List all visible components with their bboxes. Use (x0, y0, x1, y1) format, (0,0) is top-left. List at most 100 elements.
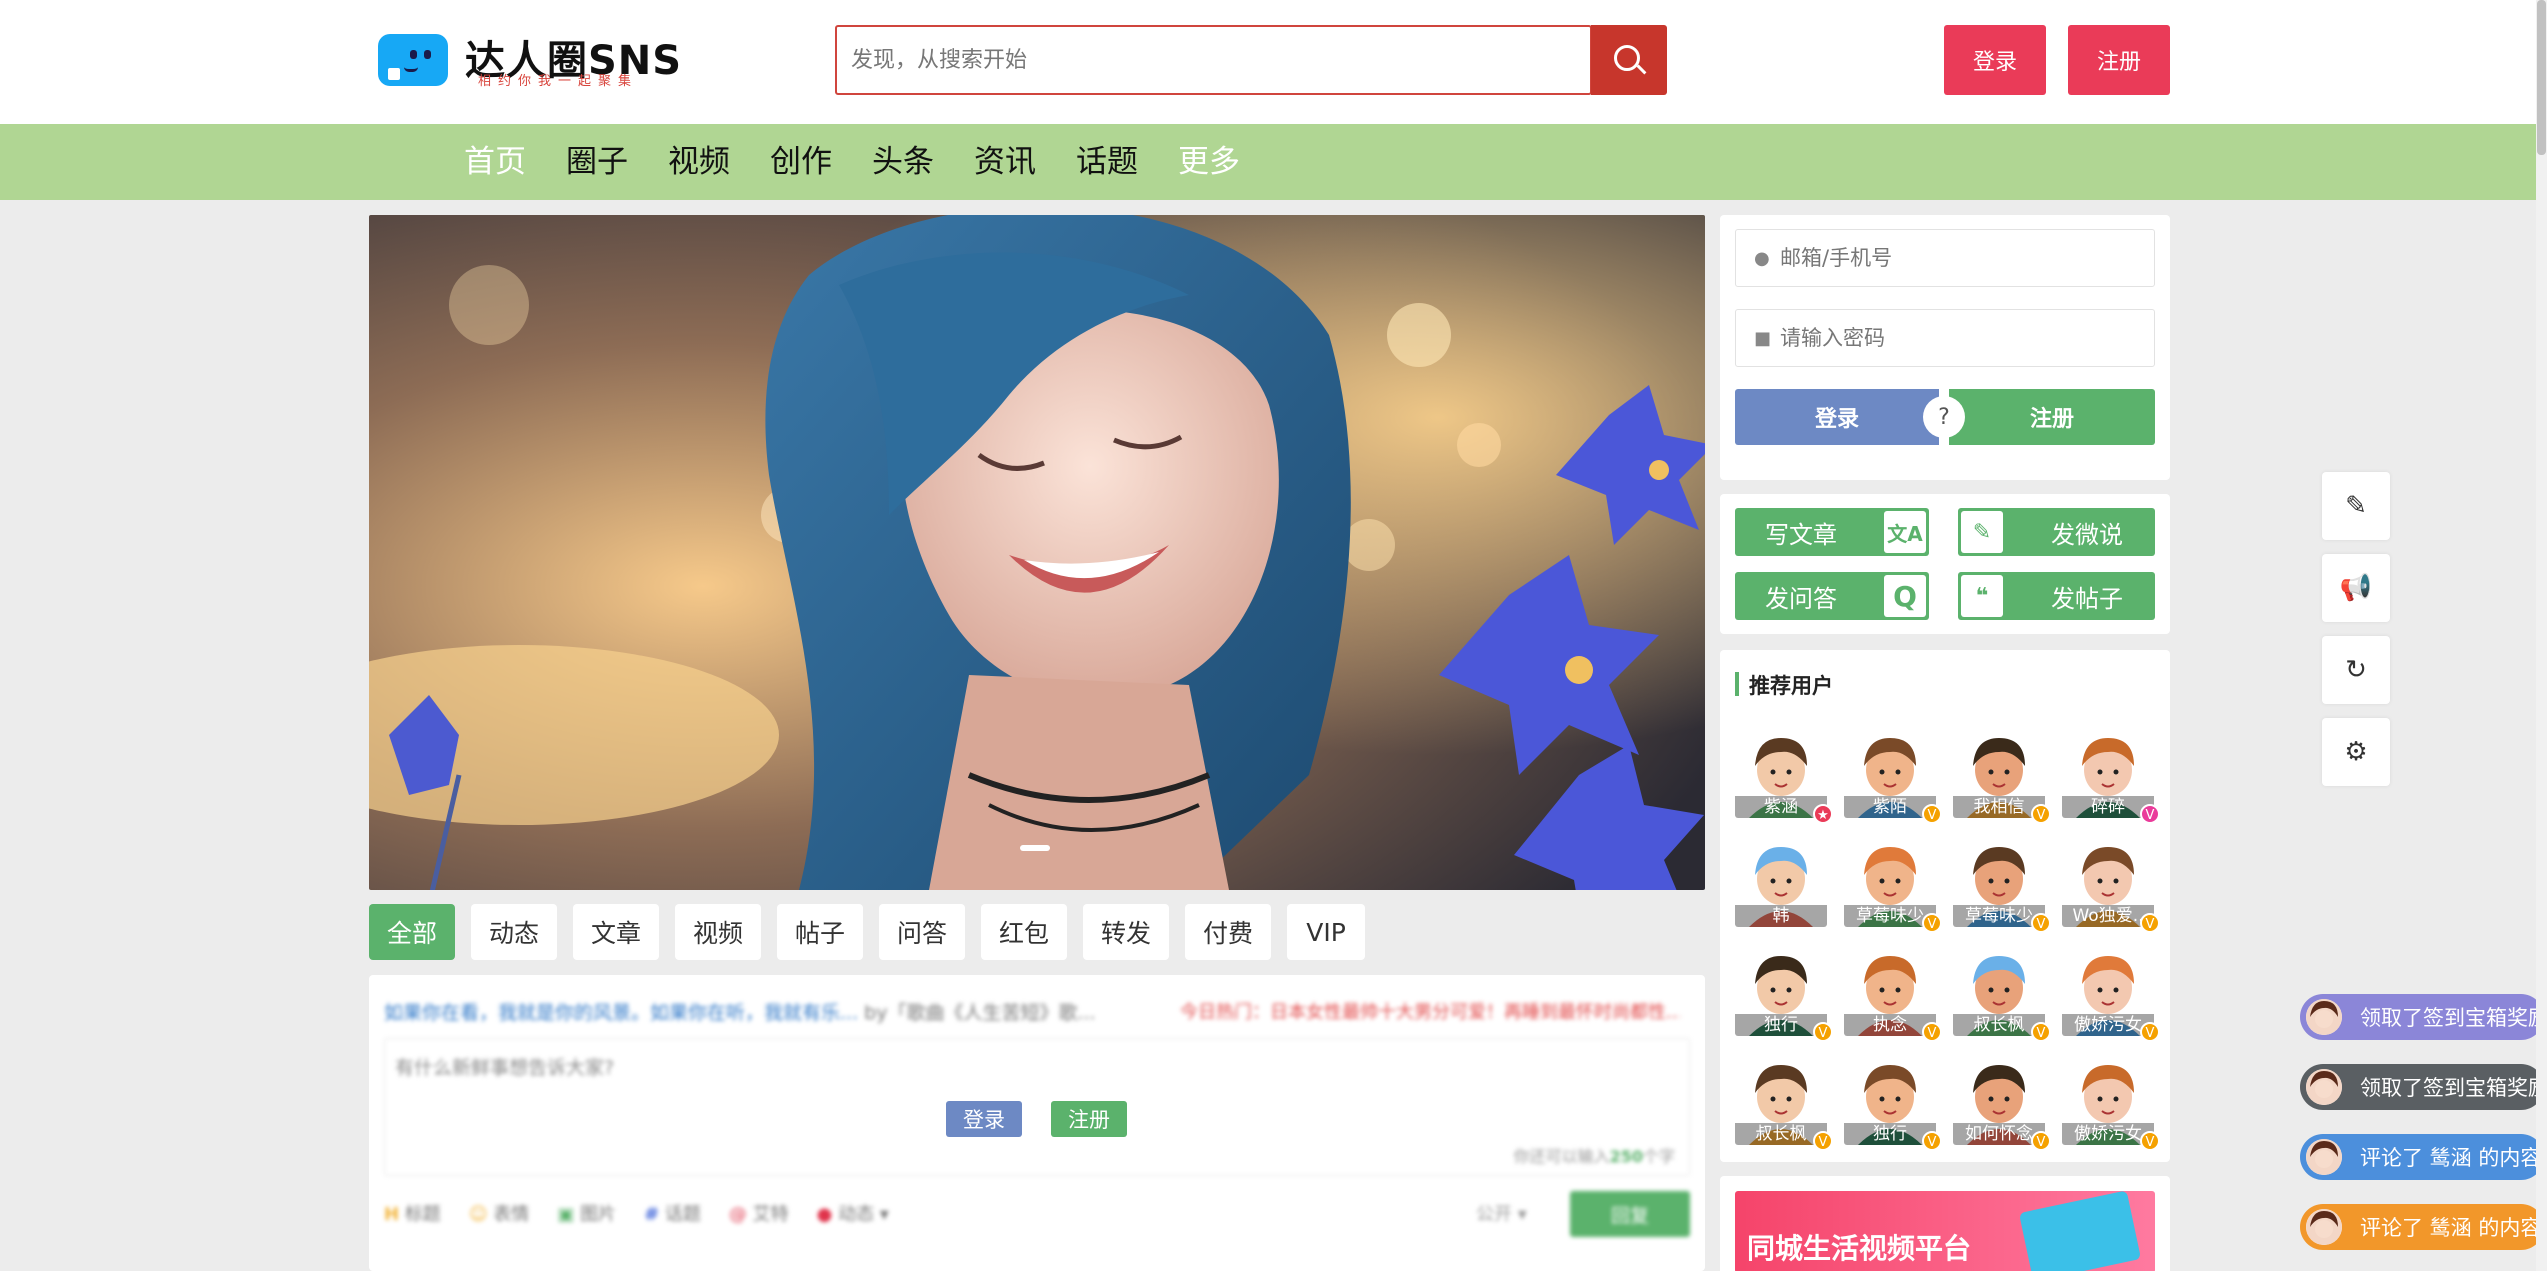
scrollbar-thumb[interactable] (2537, 0, 2546, 155)
user-avatar[interactable]: 独行 V (1735, 944, 1833, 1042)
vip-badge-icon: ★ (1813, 804, 1833, 824)
search-box (835, 25, 1592, 95)
logo-icon[interactable] (378, 34, 448, 86)
help-button[interactable]: ? (1923, 396, 1965, 438)
search-input[interactable] (837, 27, 1592, 93)
tab-post[interactable]: 帖子 (777, 904, 863, 960)
nav-more[interactable]: 更多 (1178, 124, 1240, 200)
user-avatar[interactable]: 草莓味少 V (1844, 835, 1942, 933)
banner-image[interactable] (369, 215, 1705, 890)
tab-vip[interactable]: VIP (1287, 904, 1365, 960)
ask-question-label: 发问答 (1765, 584, 1837, 613)
user-avatar[interactable]: 草莓味少 V (1953, 835, 2051, 933)
float-gear-icon[interactable]: ⚙ (2322, 718, 2390, 786)
post-weibo-button[interactable]: ✎ 发微说 (1958, 508, 2155, 556)
tab-article[interactable]: 文章 (573, 904, 659, 960)
vip-badge-icon: V (1922, 1022, 1942, 1042)
ad-banner[interactable]: 同城生活视频平台 (1735, 1191, 2155, 1271)
vip-badge-icon: V (1922, 804, 1942, 824)
tool-image[interactable]: ▣ 图片 (557, 1200, 616, 1226)
register-button[interactable]: 注册 (1949, 389, 2155, 445)
nav-create[interactable]: 创作 (770, 124, 832, 200)
activity-text: 领取了签到宝箱奖励 (2360, 1076, 2544, 1100)
tab-redpacket[interactable]: 红包 (981, 904, 1067, 960)
q-icon: Q (1884, 575, 1926, 617)
post-thread-button[interactable]: ❝ 发帖子 (1958, 572, 2155, 620)
write-article-button[interactable]: 写文章 文A (1735, 508, 1929, 556)
visibility-select[interactable]: 公开 ▾ (1476, 1200, 1527, 1226)
user-avatar[interactable]: 傲娇污女 V (2062, 1053, 2160, 1151)
tab-all[interactable]: 全部 (369, 904, 455, 960)
logo-tagline: 相约你我一起聚集 (478, 74, 639, 89)
user-avatar[interactable]: 碎碎 V (2062, 726, 2160, 824)
tool-dynamic[interactable]: ● 动态 ▾ (817, 1200, 889, 1226)
recommend-title: 推荐用户 (1749, 674, 1833, 698)
float-edit-icon[interactable]: ✎ (2322, 472, 2390, 540)
user-avatar[interactable]: 叔长枫 V (1735, 1053, 1833, 1151)
vip-badge-icon: V (2031, 1022, 2051, 1042)
header-login-button[interactable]: 登录 (1944, 25, 2046, 95)
tab-qa[interactable]: 问答 (879, 904, 965, 960)
chat-icon: ❝ (1961, 575, 2003, 617)
tool-title[interactable]: H 标题 (384, 1200, 441, 1226)
user-avatar[interactable]: 韩 (1735, 835, 1827, 927)
translate-icon: 文A (1884, 511, 1926, 553)
user-avatar[interactable]: 如何怀念 V (1953, 1053, 2051, 1151)
user-name: 韩 (1735, 905, 1827, 927)
float-megaphone-icon[interactable]: 📢 (2322, 554, 2390, 622)
user-avatar[interactable]: 执念 V (1844, 944, 1942, 1042)
marquee-hot[interactable]: 今日热门：日本女性最帅十大男分可爱！再睡到最怀时尚都性... (1180, 998, 1680, 1024)
account-field: ● (1735, 229, 2155, 287)
post-login-button[interactable]: 登录 (946, 1101, 1022, 1137)
activity-item[interactable]: 评论了 鸶涵 的内容 (2300, 1204, 2544, 1250)
user-avatar[interactable]: 独行 V (1844, 1053, 1942, 1151)
tab-paid[interactable]: 付费 (1185, 904, 1271, 960)
activity-avatar (2306, 999, 2342, 1035)
tool-emoji[interactable]: ☺ 表情 (469, 1200, 530, 1226)
header-register-button[interactable]: 注册 (2068, 25, 2170, 95)
activity-item[interactable]: 领取了签到宝箱奖励 (2300, 994, 2544, 1040)
activity-text: 评论了 鸶涵 的内容 (2360, 1146, 2542, 1170)
tab-forward[interactable]: 转发 (1083, 904, 1169, 960)
login-button[interactable]: 登录 (1735, 389, 1939, 445)
user-avatar[interactable]: 叔长枫 V (1953, 944, 2051, 1042)
nav-home[interactable]: 首页 (464, 124, 526, 200)
float-refresh-icon[interactable]: ↻ (2322, 636, 2390, 704)
write-article-label: 写文章 (1765, 520, 1837, 549)
post-placeholder: 有什么新鲜事想告诉大家? (395, 1057, 615, 1079)
char-hint: 你还可以输入250个字 (1513, 1147, 1675, 1166)
tool-topic[interactable]: # 话题 (644, 1200, 701, 1226)
nav-topics[interactable]: 话题 (1076, 124, 1138, 200)
user-avatar[interactable]: 傲娇污女 V (2062, 944, 2160, 1042)
vip-badge-icon: V (2140, 804, 2160, 824)
ask-question-button[interactable]: 发问答 Q (1735, 572, 1929, 620)
post-textarea[interactable]: 有什么新鲜事想告诉大家? 你还可以输入250个字 (384, 1038, 1690, 1176)
vip-badge-icon: V (1813, 1131, 1833, 1151)
nav-headlines[interactable]: 头条 (872, 124, 934, 200)
activity-item[interactable]: 评论了 鸶涵 的内容 (2300, 1134, 2544, 1180)
nav-circles[interactable]: 圈子 (566, 124, 628, 200)
post-submit-button[interactable]: 回复 (1570, 1191, 1690, 1237)
vip-badge-icon: V (1922, 913, 1942, 933)
post-register-button[interactable]: 注册 (1051, 1101, 1127, 1137)
user-avatar[interactable]: 紫涵 ★ (1735, 726, 1833, 824)
search-button[interactable] (1591, 25, 1667, 95)
vip-badge-icon: V (2031, 1131, 2051, 1151)
marquee-quote[interactable]: 如果你在看，我就是你的风景。如果你在听，我就有乐... by「歌曲《人生苦短》歌… (384, 998, 1096, 1025)
vip-badge-icon: V (2140, 1131, 2160, 1151)
tool-mention[interactable]: @ 艾特 (729, 1200, 789, 1226)
scrollbar-track[interactable] (2536, 0, 2547, 1271)
tab-video[interactable]: 视频 (675, 904, 761, 960)
account-input[interactable] (1780, 230, 2140, 286)
user-avatar[interactable]: 紫陌 V (1844, 726, 1942, 824)
user-avatar[interactable]: Wo独爱.. V (2062, 835, 2160, 933)
tab-dynamic[interactable]: 动态 (471, 904, 557, 960)
post-weibo-label: 发微说 (2051, 520, 2123, 549)
ad-text: 同城生活视频平台 (1747, 1232, 1972, 1265)
nav-news[interactable]: 资讯 (974, 124, 1036, 200)
nav-video[interactable]: 视频 (668, 124, 730, 200)
carousel-indicator[interactable] (1020, 845, 1050, 851)
password-input[interactable] (1780, 310, 2140, 366)
activity-item[interactable]: 领取了签到宝箱奖励 (2300, 1064, 2544, 1110)
user-avatar[interactable]: 我相信 V (1953, 726, 2051, 824)
